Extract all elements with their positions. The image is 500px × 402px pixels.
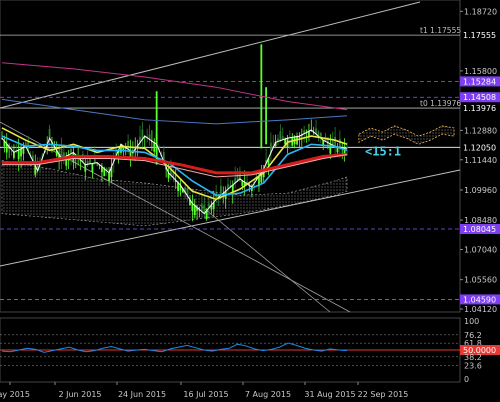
price-tick-label: 1.09960 [464, 186, 497, 195]
level-tag: 1.08045 [463, 225, 496, 234]
candle-body [193, 205, 196, 216]
candle-body [279, 131, 282, 141]
price-chart: t1 1.17555 t0 1.13976 <15:1 1.17555 1.1528… [0, 0, 500, 399]
price-tick-label: 1.05560 [464, 276, 497, 285]
lower-tick-label: 0 [464, 375, 469, 384]
ratio-annotation: <15:1 [365, 144, 401, 158]
date-tick-label: 31 Aug 2015 [304, 390, 355, 399]
candle-body [334, 136, 337, 147]
candle-body [22, 147, 25, 154]
date-tick-label: May 2015 [0, 390, 30, 399]
candle-body [219, 185, 222, 196]
candle-body [338, 138, 341, 148]
date-axis: May 2015 2 Jun 2015 24 Jun 2015 16 Jul 2015… [0, 382, 408, 399]
level-tag: 1.04590 [463, 295, 496, 304]
level-tag: 1.13976 [463, 104, 496, 113]
date-tick-label: 2 Jun 2015 [58, 390, 101, 399]
date-tick-label: 24 Jun 2015 [118, 390, 166, 399]
price-tick-label: 1.18720 [464, 7, 497, 16]
lower-tick-label: 23.6 [464, 361, 482, 370]
lower-tick-label: 100 [464, 317, 479, 326]
candle-body [20, 148, 22, 157]
price-tick-label: 1.08480 [464, 216, 497, 225]
candle-body [127, 140, 130, 150]
level-label: t1 1.17555 [420, 26, 461, 35]
candle-body [91, 163, 94, 172]
price-tick-label: 1.12880 [464, 126, 497, 135]
level-label: t0 1.13976 [420, 99, 461, 108]
candle-body [12, 152, 15, 158]
price-tick-label: 1.07040 [464, 245, 497, 254]
price-tick-label: 1.11440 [464, 156, 497, 165]
candle-body [17, 149, 20, 160]
level-tag: 1.17555 [463, 31, 496, 40]
candle-body [84, 164, 87, 172]
candle-body [48, 128, 51, 139]
candle-body [153, 142, 156, 152]
price-tick-label: 1.15800 [464, 67, 497, 76]
price-tick-label: 1.04120 [464, 305, 497, 314]
price-axis: 1.17555 1.15284 1.14508 1.13976 1.12050 1.080… [460, 7, 500, 314]
date-tick-label: 22 Sep 2015 [358, 390, 409, 399]
level-tag: 1.15284 [463, 77, 496, 86]
level-tag: 1.12050 [463, 143, 496, 152]
level-tag: 1.14508 [463, 93, 496, 102]
candle-body [108, 172, 110, 181]
date-tick-label: 16 Jul 2015 [183, 390, 228, 399]
date-tick-label: 7 Aug 2015 [245, 390, 291, 399]
